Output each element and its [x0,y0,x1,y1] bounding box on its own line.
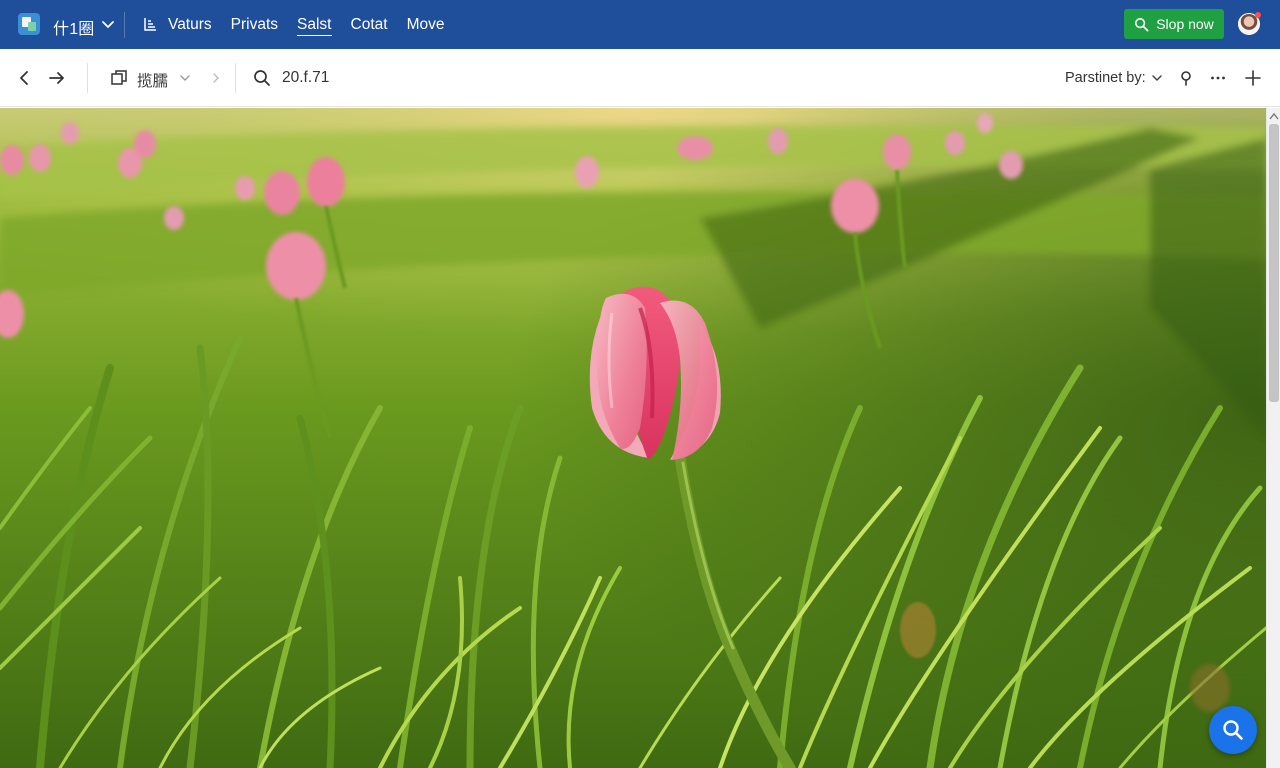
scroll-up-icon[interactable] [1269,112,1279,120]
nav-item-salst[interactable]: Salst [297,0,332,49]
folder-label[interactable]: 揽臑 [137,69,168,91]
workspace-name[interactable]: 什1圈 [53,15,95,39]
more-icon[interactable] [1209,69,1227,87]
search-icon[interactable] [253,69,271,87]
filter-icon[interactable] [142,16,158,32]
tulip-field-image [0,108,1266,768]
notification-dot [1255,12,1261,18]
toolbar-divider [235,63,236,93]
chevron-down-icon[interactable] [179,72,191,84]
window-icon[interactable] [110,69,128,87]
search-icon [1135,17,1149,31]
search-input[interactable]: 20.f.71 [282,69,329,87]
top-bar: 什1圈 Vaturs Privats Salst Cotat Move Slop… [0,0,1280,49]
chevron-right-icon[interactable] [210,72,222,84]
shop-now-label: Slop now [1156,16,1214,32]
floating-search-button[interactable] [1209,706,1257,754]
top-navigation: Vaturs Privats Salst Cotat Move [168,0,463,49]
arrow-right-icon[interactable] [48,69,66,87]
chevron-down-icon[interactable] [1151,72,1163,84]
vertical-scrollbar[interactable] [1266,108,1280,768]
chevron-down-icon[interactable] [100,16,116,32]
app-logo-icon[interactable] [18,13,40,35]
search-icon [1223,720,1243,740]
nav-item-privats[interactable]: Privats [231,0,278,49]
nav-item-cotat[interactable]: Cotat [351,0,388,49]
topbar-divider [124,12,125,38]
arrow-left-icon[interactable] [15,69,33,87]
nav-item-move[interactable]: Move [407,0,445,49]
nav-item-vaturs[interactable]: Vaturs [168,0,212,49]
toolbar: 揽臑 20.f.71 Parstinet by: [0,49,1280,107]
sort-label[interactable]: Parstinet by: [1065,70,1146,86]
shop-now-button[interactable]: Slop now [1124,9,1224,39]
pin-icon[interactable] [1177,69,1195,87]
photo-viewer[interactable] [0,108,1266,768]
scroll-thumb[interactable] [1269,124,1279,402]
plus-icon[interactable] [1244,69,1262,87]
toolbar-divider [87,63,88,93]
